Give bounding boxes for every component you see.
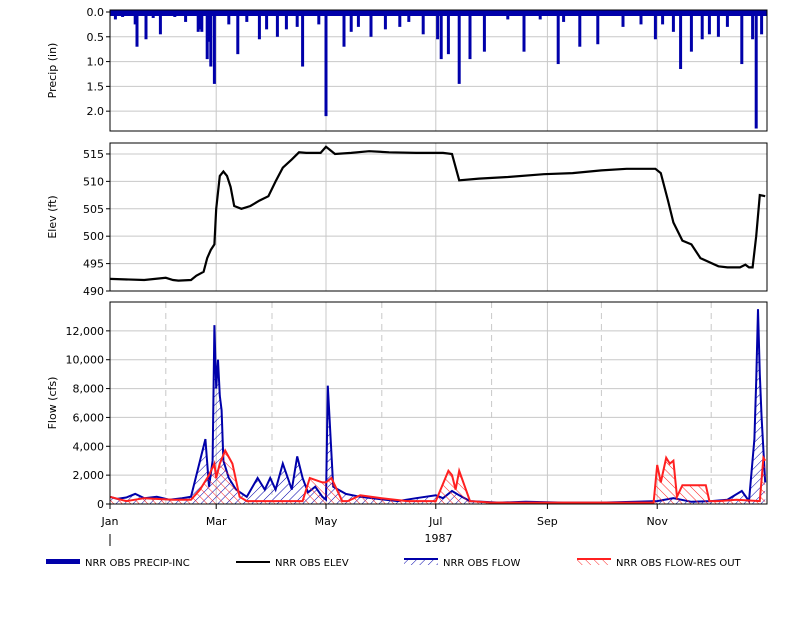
plot-area-2 bbox=[110, 143, 767, 291]
precip-bar bbox=[621, 10, 625, 27]
precip-bar bbox=[200, 10, 204, 32]
x-tick-label: Sep bbox=[537, 515, 558, 528]
precip-bar bbox=[446, 10, 450, 55]
y-tick-label: 4,000 bbox=[73, 440, 105, 453]
precip-bar bbox=[349, 10, 353, 32]
precip-bar bbox=[257, 10, 261, 40]
y-tick-label: 2,000 bbox=[73, 469, 105, 482]
precip-bar bbox=[661, 10, 665, 25]
y-tick-label: 10,000 bbox=[66, 354, 105, 367]
precip-bar bbox=[209, 10, 213, 67]
precip-bar bbox=[439, 10, 443, 60]
precip-bar bbox=[236, 10, 240, 55]
precip-bar bbox=[407, 10, 411, 22]
precip-bar bbox=[356, 10, 360, 27]
y-tick-label: 8,000 bbox=[73, 383, 105, 396]
precip-bar bbox=[578, 10, 582, 47]
precip-bar bbox=[383, 10, 387, 30]
precip-bar bbox=[707, 10, 711, 35]
precip-bar bbox=[421, 10, 425, 35]
legend-item: NRR OBS ELEV bbox=[236, 558, 349, 569]
legend-label: NRR OBS ELEV bbox=[275, 558, 349, 569]
y-tick-label: 12,000 bbox=[66, 325, 105, 338]
precip-bar bbox=[740, 10, 744, 65]
precip-bar bbox=[700, 10, 704, 40]
x-tick-label: Nov bbox=[646, 515, 668, 528]
precip-bar bbox=[184, 10, 188, 22]
precip-bar bbox=[751, 10, 755, 40]
x-tick-label: Jan bbox=[101, 515, 119, 528]
precip-bar bbox=[398, 10, 402, 27]
precip-bar bbox=[265, 10, 269, 30]
precip-bar bbox=[457, 10, 461, 84]
precip-bar bbox=[468, 10, 472, 60]
y-tick-label: 0.0 bbox=[87, 6, 105, 19]
precip-bar bbox=[716, 10, 720, 37]
y-tick-label: 510 bbox=[83, 175, 104, 188]
y-tick-label: 1.0 bbox=[87, 56, 105, 69]
y-tick-label: 2.0 bbox=[87, 105, 105, 118]
precip-bar bbox=[324, 10, 328, 117]
precip-bar bbox=[556, 10, 560, 65]
precip-bar bbox=[369, 10, 373, 37]
legend-swatch bbox=[46, 559, 80, 564]
y-tick-label: 490 bbox=[83, 285, 104, 298]
precip-bar bbox=[144, 10, 148, 40]
precip-bar bbox=[760, 10, 764, 35]
precip-bar bbox=[562, 10, 566, 22]
precip-bar bbox=[275, 10, 279, 37]
precip-bar bbox=[689, 10, 693, 52]
precip-bar bbox=[342, 10, 346, 47]
precip-bar bbox=[725, 10, 729, 27]
precip-bar bbox=[671, 10, 675, 32]
precip-bar bbox=[596, 10, 600, 45]
precip-bar bbox=[212, 10, 216, 84]
precip-bar bbox=[679, 10, 683, 70]
precip-bar bbox=[245, 10, 249, 22]
precip-bar bbox=[113, 10, 117, 20]
legend-label: NRR OBS FLOW-RES OUT bbox=[616, 558, 742, 569]
y-tick-label: 1.5 bbox=[87, 80, 105, 93]
y-tick-label: 0.5 bbox=[87, 31, 105, 44]
precip-bar bbox=[173, 10, 177, 17]
x-tick-label: Mar bbox=[206, 515, 227, 528]
precip-bar bbox=[317, 10, 321, 25]
precip-bar bbox=[522, 10, 526, 52]
precip-bar bbox=[653, 10, 657, 40]
legend-item: NRR OBS FLOW-RES OUT bbox=[577, 558, 742, 569]
y-tick-label: 6,000 bbox=[73, 411, 105, 424]
precip-bar bbox=[436, 10, 440, 40]
y-axis-label: Precip (in) bbox=[46, 43, 59, 99]
hydrograph-chart: 0.0 0.5 1.0 1.5 2.0 Precip (in) 515 510 505 500 49… bbox=[46, 6, 768, 569]
precip-bar bbox=[754, 10, 758, 129]
precip-bar bbox=[135, 10, 139, 47]
legend-label: NRR OBS FLOW bbox=[443, 558, 520, 569]
y-axis-label: Elev (ft) bbox=[46, 195, 59, 238]
x-tick-label: May bbox=[315, 515, 338, 528]
x-year-label: 1987 bbox=[425, 532, 453, 545]
precip-bar bbox=[284, 10, 288, 30]
x-tick-label: Jul bbox=[428, 515, 442, 528]
y-tick-label: 505 bbox=[83, 203, 104, 216]
legend-item: NRR OBS FLOW bbox=[404, 558, 520, 569]
y-tick-label: 500 bbox=[83, 230, 104, 243]
legend-label: NRR OBS PRECIP-INC bbox=[85, 558, 190, 569]
y-axis-label: Flow (cfs) bbox=[46, 377, 59, 430]
precip-bar bbox=[158, 10, 162, 35]
y-tick-label: 515 bbox=[83, 148, 104, 161]
precip-bar bbox=[121, 10, 125, 17]
precip-bar bbox=[538, 10, 542, 20]
precip-bar bbox=[227, 10, 231, 25]
y-tick-label: 495 bbox=[83, 258, 104, 271]
precip-bar bbox=[482, 10, 486, 52]
precip-bar bbox=[639, 10, 643, 25]
legend-item: NRR OBS PRECIP-INC bbox=[46, 558, 190, 569]
precip-bar bbox=[151, 10, 155, 18]
precip-bar bbox=[295, 10, 299, 27]
y-tick-label: 0 bbox=[97, 498, 104, 511]
precip-bar bbox=[301, 10, 305, 67]
precip-bar bbox=[506, 10, 510, 20]
